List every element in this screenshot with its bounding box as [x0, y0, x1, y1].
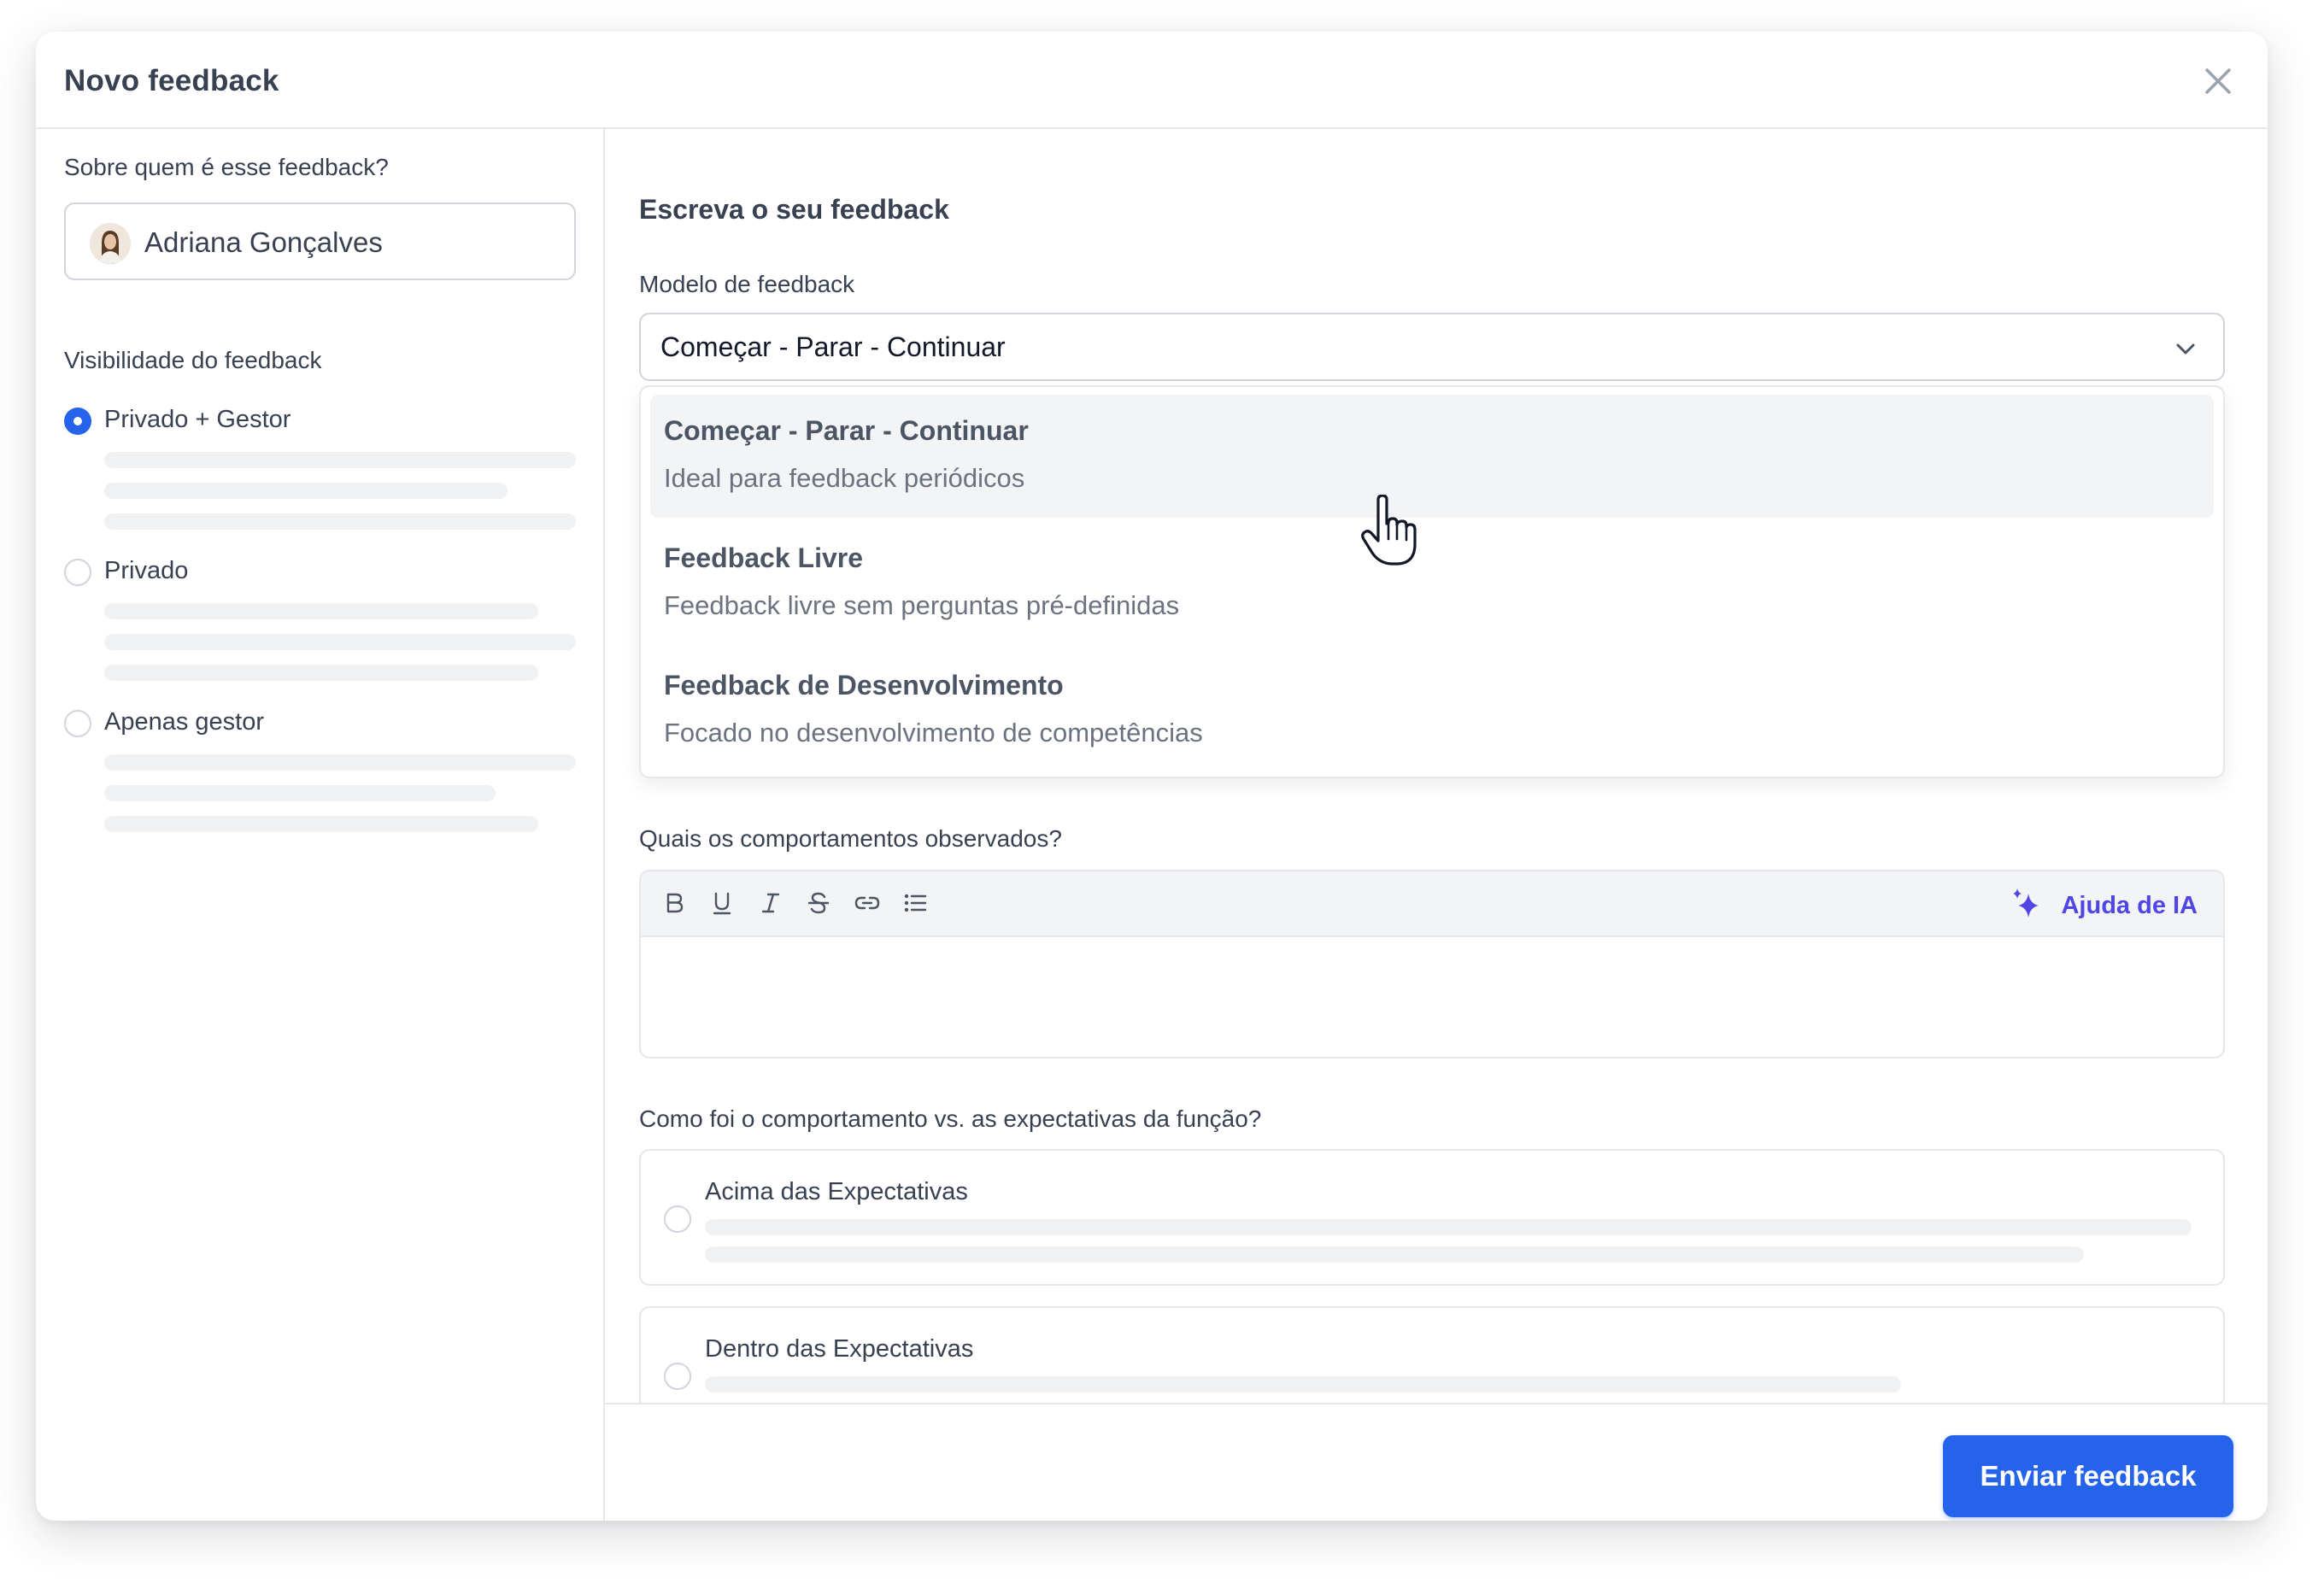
- dropdown-option[interactable]: Começar - Parar - Continuar Ideal para f…: [650, 395, 2214, 518]
- close-icon: [2205, 68, 2231, 94]
- skeleton-line: [104, 603, 538, 619]
- link-icon[interactable]: [853, 888, 882, 918]
- right-panel: Escreva o seu feedback Modelo de feedbac…: [605, 129, 2268, 1521]
- skeleton-line: [705, 1376, 1901, 1393]
- option-description: Focado no desenvolvimento de competência…: [664, 718, 1203, 748]
- close-button[interactable]: [2199, 62, 2237, 100]
- expectation-option-label: Acima das Expectativas: [705, 1178, 968, 1205]
- sparkles-icon: [2013, 888, 2039, 918]
- underline-icon[interactable]: [707, 888, 737, 918]
- italic-icon[interactable]: [756, 888, 785, 918]
- skeleton-line: [705, 1219, 2192, 1235]
- bullet-list-icon[interactable]: [901, 888, 930, 918]
- skeleton-line: [104, 452, 576, 468]
- avatar: [90, 223, 131, 264]
- model-dropdown: Começar - Parar - Continuar Ideal para f…: [639, 385, 2225, 778]
- modal-title: Novo feedback: [64, 64, 279, 97]
- option-title: Feedback de Desenvolvimento: [664, 670, 1064, 701]
- expectation-option-label: Dentro das Expectativas: [705, 1335, 974, 1363]
- person-selector[interactable]: Adriana Gonçalves: [64, 202, 576, 280]
- modal-footer: Enviar feedback: [605, 1403, 2268, 1521]
- skeleton-line: [104, 785, 496, 801]
- about-label: Sobre quem é esse feedback?: [64, 154, 389, 180]
- skeleton-line: [705, 1246, 2084, 1263]
- visibility-option-label[interactable]: Apenas gestor: [104, 708, 264, 736]
- ai-help-button[interactable]: Ajuda de IA: [2001, 885, 2198, 924]
- option-description: Feedback livre sem perguntas pré-definid…: [664, 590, 1180, 620]
- modal-header: Novo feedback: [36, 32, 2268, 129]
- visibility-radio-manager-only[interactable]: [64, 710, 91, 737]
- visibility-option-label[interactable]: Privado + Gestor: [104, 406, 290, 434]
- expectation-radio[interactable]: [664, 1363, 691, 1390]
- hand-cursor-icon: [1361, 495, 1417, 566]
- option-title: Começar - Parar - Continuar: [664, 415, 1029, 446]
- visibility-radio-private-manager[interactable]: [64, 408, 91, 435]
- skeleton-line: [104, 816, 538, 832]
- model-label: Modelo de feedback: [639, 271, 855, 297]
- submit-feedback-button[interactable]: Enviar feedback: [1943, 1435, 2233, 1517]
- feedback-model-select[interactable]: Começar - Parar - Continuar: [639, 313, 2225, 381]
- dropdown-option[interactable]: Feedback Livre Feedback livre sem pergun…: [650, 522, 2214, 645]
- skeleton-line: [104, 483, 508, 499]
- option-description: Ideal para feedback periódicos: [664, 463, 1025, 493]
- chevron-down-icon: [2176, 343, 2195, 355]
- skeleton-line: [104, 665, 538, 681]
- editor-toolbar: Ajuda de IA: [641, 871, 2223, 937]
- person-name: Adriana Gonçalves: [144, 226, 383, 258]
- option-title: Feedback Livre: [664, 542, 863, 573]
- skeleton-line: [104, 513, 576, 530]
- expectations-label: Como foi o comportamento vs. as expectat…: [639, 1105, 1262, 1132]
- left-panel: Sobre quem é esse feedback? Adriana Gonç…: [36, 129, 605, 1521]
- select-value: Começar - Parar - Continuar: [660, 331, 1006, 362]
- feedback-modal: Novo feedback Sobre quem é esse feedback…: [36, 32, 2268, 1521]
- visibility-label: Visibilidade do feedback: [64, 347, 322, 373]
- bold-icon[interactable]: [660, 888, 689, 918]
- expectation-radio[interactable]: [664, 1205, 691, 1233]
- visibility-option-label[interactable]: Privado: [104, 557, 188, 585]
- expectation-option-card[interactable]: Acima das Expectativas: [639, 1149, 2225, 1286]
- visibility-radio-private[interactable]: [64, 559, 91, 586]
- behaviors-label: Quais os comportamentos observados?: [639, 825, 1062, 852]
- skeleton-line: [104, 634, 576, 650]
- skeleton-line: [104, 754, 576, 771]
- strikethrough-icon[interactable]: [804, 888, 833, 918]
- ai-help-label: Ajuda de IA: [2061, 892, 2198, 919]
- dropdown-option[interactable]: Feedback de Desenvolvimento Focado no de…: [650, 649, 2214, 772]
- section-title: Escreva o seu feedback: [639, 194, 949, 225]
- behaviors-editor[interactable]: Ajuda de IA: [639, 870, 2225, 1058]
